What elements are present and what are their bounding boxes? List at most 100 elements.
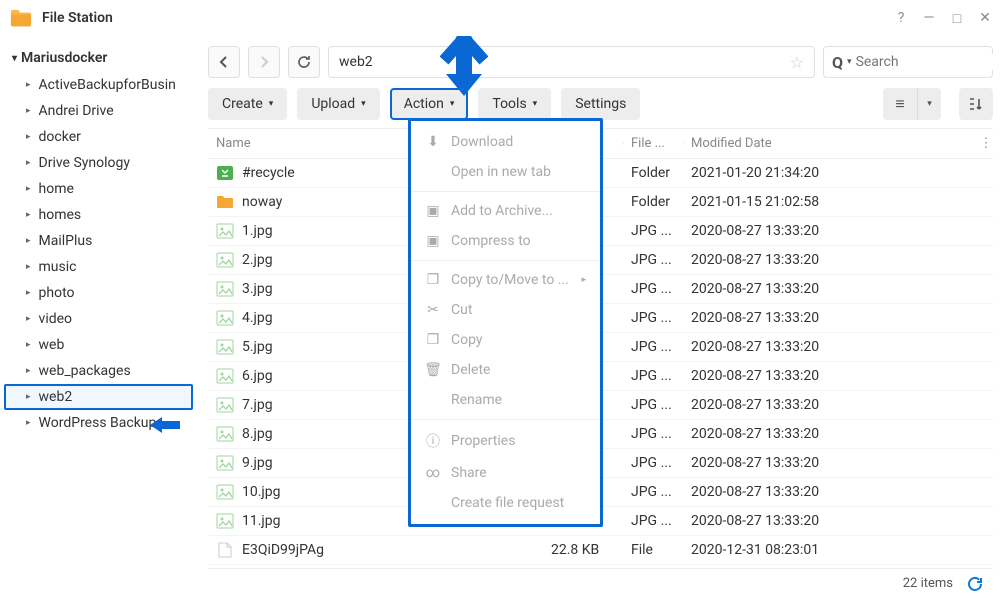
sidebar-item-drive-synology[interactable]: ▸Drive Synology [4,150,193,176]
sidebar-item-label: Andrei Drive [39,103,114,119]
sidebar-item-video[interactable]: ▸video [4,306,193,332]
tools-button[interactable]: Tools▾ [478,88,551,120]
col-more-button[interactable]: ⋮ [979,136,993,151]
favorite-icon[interactable]: ☆ [790,53,804,72]
tree-list: ▸ActiveBackupforBusin▸Andrei Drive▸docke… [4,72,193,436]
file-date: 2020-08-27 13:33:20 [683,484,993,500]
jpg-icon [216,368,234,384]
sidebar-item-activebackupforbusin[interactable]: ▸ActiveBackupforBusin [4,72,193,98]
chevron-right-icon: ▸ [26,236,31,246]
sidebar-item-homes[interactable]: ▸homes [4,202,193,228]
sort-button[interactable] [959,88,993,120]
compress-icon: ▣ [425,233,441,249]
sidebar-item-photo[interactable]: ▸photo [4,280,193,306]
create-button[interactable]: Create▾ [208,88,287,120]
search-icon: Q [832,53,843,72]
search-input[interactable] [856,54,1003,70]
file-name: 4.jpg [242,310,273,326]
menu-rename[interactable]: Rename [411,385,600,415]
file-date: 2021-01-15 21:02:58 [683,194,993,210]
search-box[interactable]: Q▾ [823,46,993,78]
sidebar-item-web2[interactable]: ▸ web2 [4,384,193,410]
sidebar: ▾ Mariusdocker ▸ActiveBackupforBusin▸And… [0,36,198,598]
refresh-button[interactable] [288,46,320,78]
col-type[interactable]: File ... [623,136,683,151]
file-name: #recycle [242,165,295,181]
action-menu: ⬇Download Open in new tab ▣Add to Archiv… [408,118,603,527]
file-date: 2020-08-27 13:33:20 [683,455,993,471]
col-date[interactable]: Modified Date [683,136,979,151]
help-button[interactable]: ? [893,10,909,26]
file-type: JPG ... [623,513,683,529]
file-date: 2020-08-27 13:33:20 [683,339,993,355]
menu-add-archive[interactable]: ▣Add to Archive... [411,196,600,226]
action-button[interactable]: Action▾ [390,88,469,120]
recycle-icon [216,165,234,181]
file-type: JPG ... [623,426,683,442]
chevron-right-icon: ▸ [26,184,31,194]
sidebar-item-label: homes [39,207,82,223]
file-date: 2020-08-27 13:33:20 [683,310,993,326]
chevron-right-icon: ▸ [26,106,31,116]
nav-row: web2 ☆ Q▾ [208,46,993,78]
menu-copy-move[interactable]: ❐Copy to/Move to ...▸ [411,265,600,295]
maximize-button[interactable]: □ [949,10,965,26]
toolbar: Create▾ Upload▾ Action▾ Tools▾ Settings … [208,88,993,120]
sidebar-item-andrei-drive[interactable]: ▸ Andrei Drive [4,98,193,124]
share-icon: ∞ [425,465,441,481]
chevron-right-icon: ▸ [26,418,31,428]
jpg-icon [216,484,234,500]
file-type: JPG ... [623,223,683,239]
chevron-right-icon: ▸ [26,80,31,90]
view-list-button[interactable]: ≡ [883,88,917,120]
menu-open-new-tab[interactable]: Open in new tab [411,157,600,187]
app-icon [10,9,32,27]
close-button[interactable]: ✕ [977,10,993,26]
chevron-right-icon: ▸ [26,340,31,350]
status-bar: 22 items [208,568,993,598]
chevron-right-icon: ▸ [26,132,31,142]
archive-icon: ▣ [425,203,441,219]
file-type: JPG ... [623,339,683,355]
path-bar[interactable]: web2 ☆ [328,46,815,78]
sidebar-item-web-packages[interactable]: ▸web_packages [4,358,193,384]
menu-cut[interactable]: ✂Cut [411,295,600,325]
menu-delete[interactable]: 🗑Delete [411,355,600,385]
sidebar-item-wordpress-backup[interactable]: ▸ WordPress Backup [4,410,193,436]
status-refresh-icon[interactable] [967,576,983,592]
file-type: JPG ... [623,397,683,413]
menu-share[interactable]: ∞Share [411,458,600,488]
sidebar-item-home[interactable]: ▸home [4,176,193,202]
forward-button[interactable] [248,46,280,78]
sidebar-item-label: photo [39,285,75,301]
tree-root[interactable]: ▾ Mariusdocker [4,44,193,72]
table-row[interactable]: E3QiD99jPAg22.8 KBFile2020-12-31 08:23:0… [208,536,993,565]
sidebar-item-label: web2 [39,389,73,405]
folder-icon [216,194,234,210]
file-type: Folder [623,194,683,210]
chevron-right-icon: ▸ [26,262,31,272]
file-name: 10.jpg [242,484,281,500]
file-name: 5.jpg [242,339,273,355]
sidebar-item-label: WordPress Backup [39,415,157,431]
menu-download[interactable]: ⬇Download [411,127,600,157]
copy-icon: ❐ [425,332,441,348]
chevron-right-icon: ▸ [26,392,31,402]
menu-compress[interactable]: ▣Compress to [411,226,600,256]
file-name: 11.jpg [242,513,281,529]
back-button[interactable] [208,46,240,78]
sidebar-item-web[interactable]: ▸web [4,332,193,358]
menu-properties[interactable]: ⓘProperties [411,424,600,458]
menu-create-request[interactable]: Create file request [411,488,600,518]
file-type: JPG ... [623,310,683,326]
upload-button[interactable]: Upload▾ [297,88,379,120]
sidebar-item-docker[interactable]: ▸docker [4,124,193,150]
settings-button[interactable]: Settings [561,88,640,120]
menu-copy[interactable]: ❐Copy [411,325,600,355]
sidebar-item-music[interactable]: ▸music [4,254,193,280]
item-count: 22 items [903,576,953,591]
minimize-button[interactable]: — [921,10,937,26]
jpg-icon [216,281,234,297]
view-caret-button[interactable]: ▾ [917,88,941,120]
sidebar-item-mailplus[interactable]: ▸MailPlus [4,228,193,254]
